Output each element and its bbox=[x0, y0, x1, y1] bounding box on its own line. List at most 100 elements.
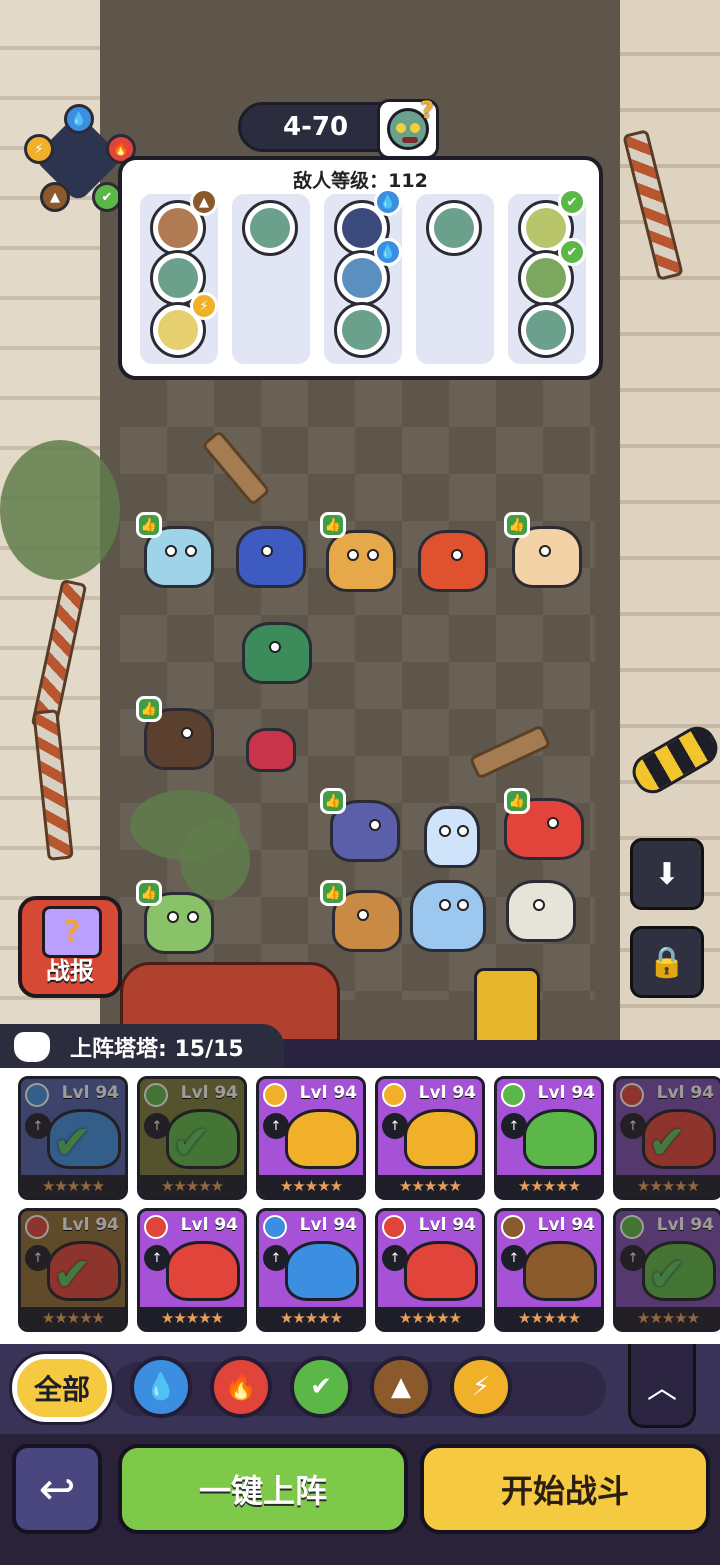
card-level: Lvl 94 bbox=[180, 1083, 238, 1103]
pet-portrait bbox=[47, 1109, 121, 1169]
earth-icon: ▲ bbox=[190, 188, 218, 216]
pet-portrait bbox=[642, 1109, 716, 1169]
pet-card[interactable]: Lvl 94 ↑ ★★★★★ bbox=[494, 1208, 604, 1332]
pet-portrait bbox=[523, 1241, 597, 1301]
pet-portrait bbox=[642, 1241, 716, 1301]
pet-card[interactable]: Lvl 94 ↑ ★★★★★ ✔ bbox=[18, 1076, 128, 1200]
field-unit[interactable] bbox=[424, 806, 480, 868]
field-unit[interactable] bbox=[418, 530, 488, 592]
field-unit[interactable] bbox=[326, 530, 396, 592]
start-battle-button[interactable]: 开始战斗 bbox=[420, 1444, 710, 1534]
field-unit[interactable] bbox=[506, 880, 576, 942]
element-chart[interactable]: 💧 🔥 ✔ ▲ ⚡ bbox=[24, 104, 136, 212]
water-icon bbox=[263, 1215, 287, 1239]
bottom-bar: ↩ 一键上阵 开始战斗 bbox=[0, 1434, 720, 1565]
filter-earth-icon[interactable]: ▲ bbox=[370, 1356, 432, 1418]
grass-icon bbox=[620, 1215, 644, 1239]
pet-card[interactable]: Lvl 94 ↑ ★★★★★ ✔ bbox=[137, 1076, 247, 1200]
battle-report-button[interactable]: ? 战报 bbox=[18, 896, 122, 998]
card-level: Lvl 94 bbox=[61, 1215, 119, 1235]
thumbs-up-icon: 👍 bbox=[136, 512, 162, 538]
pet-portrait bbox=[166, 1241, 240, 1301]
card-level: Lvl 94 bbox=[61, 1083, 119, 1103]
star-rating: ★★★★★ bbox=[259, 1175, 363, 1197]
filter-electric-icon[interactable]: ⚡ bbox=[450, 1356, 512, 1418]
pin-icon: ↑ bbox=[620, 1245, 646, 1271]
filter-all-button[interactable]: 全部 bbox=[12, 1354, 112, 1422]
pet-portrait bbox=[47, 1241, 121, 1301]
earth-icon bbox=[501, 1215, 525, 1239]
pet-card[interactable]: Lvl 94 ↑ ★★★★★ ✔ bbox=[613, 1076, 720, 1200]
pet-card[interactable]: Lvl 94 ↑ ★★★★★ bbox=[256, 1076, 366, 1200]
battle-report-label: 战报 bbox=[46, 957, 94, 985]
water-icon bbox=[25, 1083, 49, 1107]
filter-grass-icon[interactable]: ✔ bbox=[290, 1356, 352, 1418]
lock-icon[interactable]: 🔒 bbox=[630, 926, 704, 998]
stage-indicator: 4-70 ? bbox=[238, 96, 439, 159]
enemy-unit[interactable] bbox=[334, 302, 390, 358]
enemy-unit[interactable] bbox=[518, 302, 574, 358]
pet-portrait bbox=[285, 1241, 359, 1301]
star-rating: ★★★★★ bbox=[140, 1175, 244, 1197]
card-level: Lvl 94 bbox=[537, 1083, 595, 1103]
pet-card[interactable]: Lvl 94 ↑ ★★★★★ bbox=[494, 1076, 604, 1200]
field-unit[interactable] bbox=[242, 622, 312, 684]
thumbs-up-icon: 👍 bbox=[136, 880, 162, 906]
electric-icon bbox=[382, 1083, 406, 1107]
pet-portrait bbox=[523, 1109, 597, 1169]
enemy-lane bbox=[232, 194, 310, 364]
grass-icon: ✔ bbox=[558, 188, 586, 216]
pet-card[interactable]: Lvl 94 ↑ ★★★★★ bbox=[137, 1208, 247, 1332]
star-rating: ★★★★★ bbox=[616, 1175, 720, 1197]
field-unit[interactable] bbox=[410, 880, 486, 952]
star-rating: ★★★★★ bbox=[21, 1175, 125, 1197]
thumbs-up-icon: 👍 bbox=[504, 788, 530, 814]
pet-card[interactable]: Lvl 94 ↑ ★★★★★ ✔ bbox=[18, 1208, 128, 1332]
chevron-up-icon[interactable]: ︿ bbox=[628, 1344, 696, 1428]
pin-icon: ↑ bbox=[620, 1113, 646, 1139]
grass-icon bbox=[144, 1083, 168, 1107]
fire-icon bbox=[144, 1215, 168, 1239]
back-arrow-icon[interactable]: ↩ bbox=[12, 1444, 102, 1534]
electric-icon: ⚡ bbox=[190, 292, 218, 320]
pin-icon: ↑ bbox=[25, 1245, 51, 1271]
fire-icon bbox=[382, 1215, 406, 1239]
pet-portrait bbox=[404, 1109, 478, 1169]
electric-icon bbox=[263, 1083, 287, 1107]
field-unit[interactable] bbox=[246, 728, 296, 772]
card-level: Lvl 94 bbox=[180, 1215, 238, 1235]
download-icon[interactable]: ⬇ bbox=[630, 838, 704, 910]
card-level: Lvl 94 bbox=[656, 1215, 714, 1235]
pet-card[interactable]: Lvl 94 ↑ ★★★★★ bbox=[256, 1208, 366, 1332]
star-rating: ★★★★★ bbox=[259, 1307, 363, 1329]
star-rating: ★★★★★ bbox=[378, 1307, 482, 1329]
card-level: Lvl 94 bbox=[418, 1083, 476, 1103]
card-level: Lvl 94 bbox=[418, 1215, 476, 1235]
thumbs-up-icon: 👍 bbox=[320, 512, 346, 538]
star-rating: ★★★★★ bbox=[140, 1307, 244, 1329]
thumbs-up-icon: 👍 bbox=[504, 512, 530, 538]
enemy-level-title: 敌人等级：112 bbox=[293, 170, 428, 192]
zombie-boss-icon[interactable]: ? bbox=[377, 96, 439, 159]
enemy-unit[interactable] bbox=[426, 200, 482, 256]
thumbs-up-icon: 👍 bbox=[320, 788, 346, 814]
pet-card[interactable]: Lvl 94 ↑ ★★★★★ ✔ bbox=[613, 1208, 720, 1332]
auto-deploy-button[interactable]: 一键上阵 bbox=[118, 1444, 408, 1534]
enemy-lane: ✔ ✔ bbox=[508, 188, 586, 364]
card-level: Lvl 94 bbox=[656, 1083, 714, 1103]
check-icon: ✔ bbox=[648, 1115, 687, 1169]
pet-card[interactable]: Lvl 94 ↑ ★★★★★ bbox=[375, 1076, 485, 1200]
roster-count: 上阵塔塔: 15/15 bbox=[70, 1037, 244, 1062]
pet-card[interactable]: Lvl 94 ↑ ★★★★★ bbox=[375, 1208, 485, 1332]
moss bbox=[0, 440, 120, 580]
enemy-unit[interactable] bbox=[242, 200, 298, 256]
check-icon: ✔ bbox=[53, 1247, 92, 1301]
star-rating: ★★★★★ bbox=[616, 1307, 720, 1329]
pet-portrait bbox=[285, 1109, 359, 1169]
filter-water-icon[interactable]: 💧 bbox=[130, 1356, 192, 1418]
roster-header: 上阵塔塔: 15/15 bbox=[0, 1024, 284, 1070]
check-icon: ✔ bbox=[53, 1115, 92, 1169]
pin-icon: ↑ bbox=[144, 1113, 170, 1139]
filter-fire-icon[interactable]: 🔥 bbox=[210, 1356, 272, 1418]
field-unit[interactable] bbox=[236, 526, 306, 588]
